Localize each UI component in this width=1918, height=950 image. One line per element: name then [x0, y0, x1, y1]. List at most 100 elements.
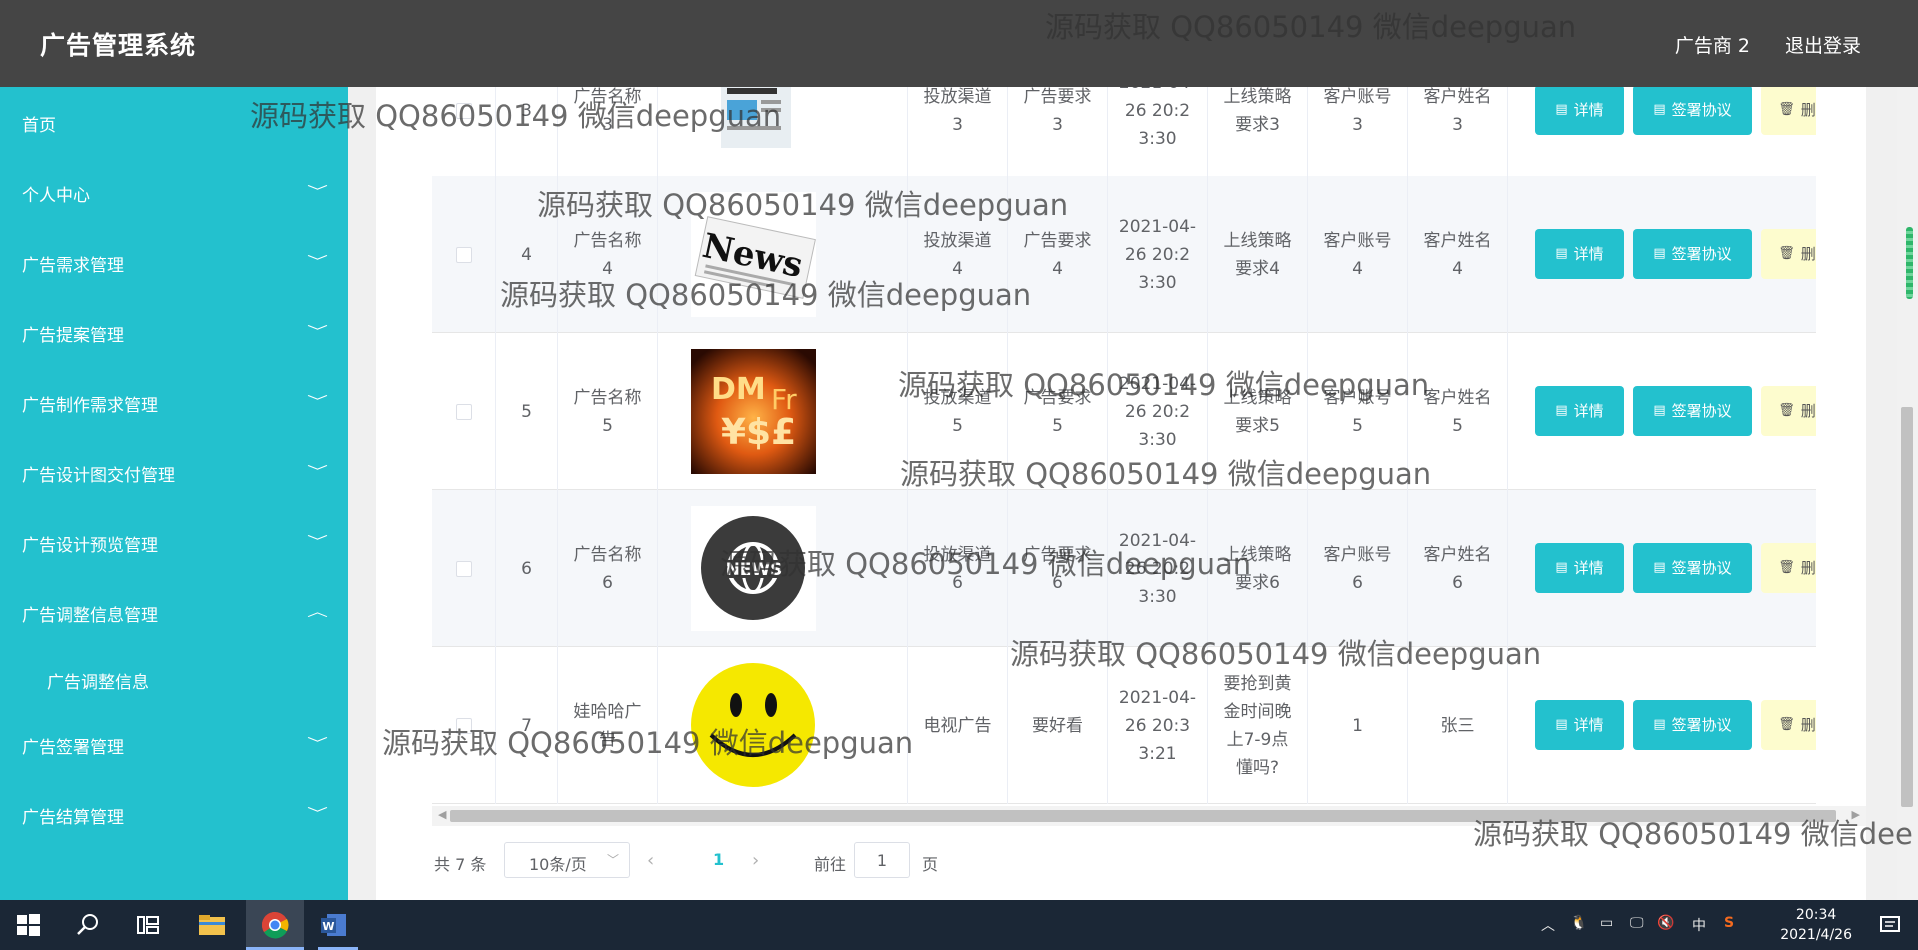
launch-strategy-text: 上线策略要求5: [1223, 387, 1292, 436]
network-icon[interactable]: 🖵: [1630, 915, 1644, 931]
delete-button[interactable]: 🗑 删除: [1761, 229, 1816, 279]
created-time-text: 2021-04-26 20:23:30: [1118, 530, 1197, 607]
row-checkbox[interactable]: [455, 246, 472, 263]
created-time: 2021-04-26 20:33:21: [1108, 647, 1208, 804]
chevron-down-icon: ﹀: [307, 255, 328, 270]
scrollbar-thumb[interactable]: [1901, 407, 1913, 807]
sidebar-item-label: 个人中心: [22, 186, 90, 206]
row-actions-cell: ▤ 详情 ▤ 签署协议 🗑 删除: [1508, 176, 1816, 333]
task-view-icon[interactable]: [132, 909, 164, 941]
sign-agreement-button[interactable]: ▤ 签署协议: [1633, 87, 1752, 135]
chevron-down-icon: ﹀: [307, 535, 328, 550]
delete-icon: 🗑: [1778, 102, 1795, 117]
detail-button[interactable]: ▤ 详情: [1535, 386, 1624, 436]
detail-button[interactable]: ▤ 详情: [1535, 700, 1624, 750]
button-label: 签署协议: [1671, 559, 1732, 577]
page-number[interactable]: 1: [713, 850, 724, 869]
delete-button[interactable]: 🗑 删除: [1761, 386, 1816, 436]
windows-start-icon[interactable]: [12, 909, 44, 941]
tray-chevron-up-icon[interactable]: ︿: [1541, 915, 1555, 935]
logout-link[interactable]: 退出登录: [1785, 31, 1861, 58]
customer-name: 客户姓名3: [1408, 87, 1508, 189]
customer-account-text: 客户账号5: [1323, 387, 1392, 436]
news-paper-image[interactable]: News: [691, 192, 816, 317]
customer-account: 客户账号4: [1308, 176, 1408, 333]
sign-agreement-button[interactable]: ▤ 签署协议: [1633, 229, 1752, 279]
row-checkbox[interactable]: [455, 717, 472, 734]
sidebar-item-adjust-info-mgmt[interactable]: 广告调整信息管理 ︿: [0, 577, 348, 647]
detail-button[interactable]: ▤ 详情: [1535, 229, 1624, 279]
scroll-right-icon[interactable]: ▶: [1852, 808, 1860, 821]
sidebar-item-design-preview[interactable]: 广告设计预览管理 ﹀: [0, 507, 348, 577]
sidebar-item-ad-proposal[interactable]: 广告提案管理 ﹀: [0, 297, 348, 367]
clock-date: 2021/4/26: [1780, 927, 1852, 943]
delete-button[interactable]: 🗑 删除: [1761, 700, 1816, 750]
sign-agreement-button[interactable]: ▤ 签署协议: [1633, 386, 1752, 436]
sidebar-item-label: 广告签署管理: [22, 738, 124, 758]
created-time-text: 2021-04-26 20:23:30: [1118, 216, 1197, 293]
sign-agreement-icon: ▤: [1653, 717, 1666, 732]
battery-icon[interactable]: ▭: [1600, 915, 1613, 931]
row-index-text: 3: [521, 100, 532, 121]
newspaper-icon[interactable]: [691, 87, 816, 173]
currency-fire-image[interactable]: DM ¥$£ Fr: [691, 349, 816, 474]
ad-channel-text: 投放渠道6: [923, 544, 992, 593]
chrome-taskbar-active[interactable]: [246, 900, 304, 950]
sign-agreement-button[interactable]: ▤ 签署协议: [1633, 700, 1752, 750]
table-card: 3 广告名称3 投放渠道3 广告要求3 2021-04-26 20:23:30 上线策略要…: [376, 87, 1866, 900]
sidebar-item-production-demand[interactable]: 广告制作需求管理 ﹀: [0, 367, 348, 437]
goto-page-input[interactable]: 1: [854, 842, 910, 878]
row-select-cell: [432, 490, 496, 647]
notification-icon[interactable]: [1874, 909, 1906, 941]
file-explorer-icon[interactable]: [196, 909, 228, 941]
volume-muted-icon[interactable]: 🔇: [1657, 915, 1674, 931]
page-size-select[interactable]: 10条/页 ﹀: [504, 842, 630, 878]
sidebar-item-profile[interactable]: 个人中心 ﹀: [0, 157, 348, 227]
row-checkbox[interactable]: [455, 102, 472, 119]
sidebar-item-home[interactable]: 首页: [0, 87, 348, 157]
sidebar-item-signing[interactable]: 广告签署管理 ﹀: [0, 709, 348, 779]
detail-button[interactable]: ▤ 详情: [1535, 543, 1624, 593]
table-row: 5 广告名称5 DM ¥$£ Fr 投放渠道5 广告要求5 2021-04-26 20:23:…: [432, 333, 1816, 490]
launch-strategy: 上线策略要求5: [1208, 333, 1308, 490]
chevron-down-icon: ﹀: [307, 325, 328, 340]
word-icon[interactable]: W: [318, 909, 350, 941]
sidebar-item-adjust-info[interactable]: 广告调整信息: [0, 644, 348, 706]
chrome-icon: [261, 911, 289, 939]
scroll-left-icon[interactable]: ◀: [438, 808, 446, 821]
delete-button[interactable]: 🗑 删除: [1761, 87, 1816, 135]
prev-page-icon[interactable]: ‹: [647, 850, 654, 871]
search-icon[interactable]: [72, 909, 104, 941]
smiley-face-image[interactable]: [691, 663, 816, 788]
sogou-ime-icon[interactable]: S: [1724, 915, 1734, 931]
ad-requirement: 广告要求4: [1008, 176, 1108, 333]
row-checkbox[interactable]: [455, 560, 472, 577]
vertical-scrollbar[interactable]: [1897, 87, 1918, 900]
ad-image-cell: [658, 647, 908, 804]
news-globe-image[interactable]: NEWS: [691, 506, 816, 631]
row-index: 5: [496, 333, 558, 490]
customer-name: 客户姓名5: [1408, 333, 1508, 490]
row-actions-cell: ▤ 详情 ▤ 签署协议 🗑 删除: [1508, 333, 1816, 490]
row-index-text: 7: [521, 715, 532, 736]
ime-indicator[interactable]: 中: [1692, 915, 1706, 935]
ad-channel: 投放渠道3: [908, 87, 1008, 189]
launch-strategy: 上线策略要求3: [1208, 87, 1308, 189]
sidebar-item-design-delivery[interactable]: 广告设计图交付管理 ﹀: [0, 437, 348, 507]
current-user[interactable]: 广告商 2: [1675, 31, 1750, 58]
scrollbar-thumb[interactable]: [450, 810, 1836, 822]
ad-image-cell: DM ¥$£ Fr: [658, 333, 908, 490]
horizontal-scrollbar[interactable]: ◀ ▶: [432, 806, 1866, 826]
sidebar-item-ad-demand[interactable]: 广告需求管理 ﹀: [0, 227, 348, 297]
button-label: 签署协议: [1671, 716, 1732, 734]
system-clock[interactable]: 20:34 2021/4/26: [1780, 905, 1852, 945]
created-time: 2021-04-26 20:23:30: [1108, 333, 1208, 490]
customer-name-text: 客户姓名3: [1423, 87, 1492, 135]
next-page-icon[interactable]: ›: [752, 850, 759, 871]
detail-button[interactable]: ▤ 详情: [1535, 87, 1624, 135]
delete-button[interactable]: 🗑 删除: [1761, 543, 1816, 593]
qq-tray-icon[interactable]: 🐧: [1570, 915, 1587, 931]
sidebar-item-settlement[interactable]: 广告结算管理 ﹀: [0, 779, 348, 849]
sign-agreement-button[interactable]: ▤ 签署协议: [1633, 543, 1752, 593]
row-checkbox[interactable]: [455, 403, 472, 420]
